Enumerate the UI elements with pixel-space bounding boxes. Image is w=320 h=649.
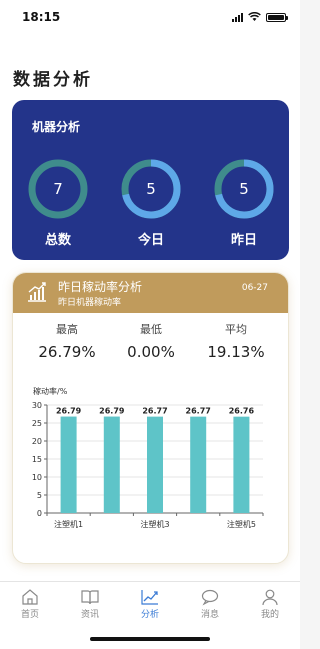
y-tick-label: 15 [32, 455, 42, 464]
person-icon [262, 589, 278, 606]
machine-card-title: 机器分析 [32, 120, 81, 134]
ring-total-label: 总数 [44, 233, 71, 248]
rate-card-title: 昨日稼动率分析 [58, 280, 143, 294]
tab-news-label: 资讯 [80, 610, 99, 620]
machine-analysis-card: 机器分析 7 总数 5 今日 5 昨日 [12, 100, 289, 260]
tab-home[interactable]: 首页 [5, 588, 55, 620]
y-tick-label: 30 [32, 401, 42, 410]
stat-min: 最低 0.00% [105, 321, 197, 361]
rate-card-header: 昨日稼动率分析 昨日机器稼动率 06-27 [13, 273, 288, 313]
ring-total[interactable]: 7 总数 [27, 158, 89, 248]
utilization-bar-chart: 稼动率/% 0 5 10 15 20 25 30 26.79 26.79 26.77 26.77 26.… [32, 386, 264, 529]
data-label: 26.76 [229, 407, 255, 416]
y-tick-label: 20 [32, 437, 42, 446]
x-tick-label: 注塑机3 [140, 519, 169, 529]
cellular-signal-icon [232, 12, 243, 22]
y-tick-label: 25 [32, 419, 42, 428]
page-title: 数据分析 [13, 70, 93, 90]
message-icon [201, 589, 219, 606]
y-axis-label: 稼动率/% [33, 386, 68, 396]
bar [190, 416, 207, 513]
data-label: 26.77 [186, 407, 211, 416]
ring-yesterday-label: 昨日 [230, 233, 257, 248]
tab-analysis-label: 分析 [140, 610, 159, 620]
ring-yesterday-value: 5 [239, 180, 249, 198]
utilization-rate-card: 昨日稼动率分析 昨日机器稼动率 06-27 最高 26.79% 最低 0.00%… [12, 272, 289, 564]
status-bar: 18:15 [0, 0, 300, 36]
stat-min-value: 0.00% [127, 343, 175, 361]
x-tick-label: 注塑机1 [54, 519, 83, 529]
y-tick-label: 5 [37, 491, 42, 500]
stat-max: 最高 26.79% [21, 321, 113, 361]
bar [60, 416, 77, 513]
rate-card-subtitle: 昨日机器稼动率 [58, 298, 122, 308]
data-label: 26.79 [56, 407, 82, 416]
analysis-page: 数据分析 机器分析 7 总数 5 今日 5 昨日 昨日稼动率分析 昨日机器稼动率… [0, 36, 300, 581]
ring-today-label: 今日 [137, 233, 164, 248]
tab-analysis[interactable]: 分析 [125, 588, 175, 620]
bar-chart-icon [28, 282, 46, 302]
book-icon [81, 590, 99, 605]
bar [147, 416, 163, 513]
tab-profile-label: 我的 [260, 610, 279, 620]
stat-average: 平均 19.13% [190, 321, 282, 361]
tab-news[interactable]: 资讯 [65, 588, 115, 620]
ring-total-value: 7 [53, 180, 63, 198]
tab-messages-label: 消息 [200, 610, 219, 620]
data-label: 26.79 [99, 407, 125, 416]
ring-yesterday[interactable]: 5 昨日 [213, 158, 275, 248]
tab-home-label: 首页 [20, 610, 39, 620]
y-tick-label: 0 [37, 509, 42, 518]
ring-today-value: 5 [146, 180, 156, 198]
bar [103, 416, 120, 513]
wifi-icon [248, 12, 261, 21]
tab-profile[interactable]: 我的 [245, 588, 295, 620]
y-tick-label: 10 [32, 473, 42, 482]
ring-today[interactable]: 5 今日 [120, 158, 182, 248]
stat-min-label: 最低 [140, 323, 162, 336]
stat-max-value: 26.79% [38, 343, 96, 361]
stat-average-label: 平均 [225, 323, 247, 336]
x-tick-label: 注塑机5 [227, 519, 256, 529]
stat-max-label: 最高 [56, 323, 78, 336]
status-icons [232, 12, 288, 22]
battery-icon [266, 12, 288, 22]
tab-messages[interactable]: 消息 [185, 588, 235, 620]
stat-average-value: 19.13% [207, 343, 265, 361]
home-icon [22, 589, 38, 605]
rate-card-date: 06-27 [241, 283, 268, 293]
trend-icon [141, 590, 158, 605]
bar [233, 416, 250, 513]
status-time: 18:15 [22, 10, 61, 24]
home-indicator [90, 637, 210, 641]
data-label: 26.77 [142, 407, 167, 416]
